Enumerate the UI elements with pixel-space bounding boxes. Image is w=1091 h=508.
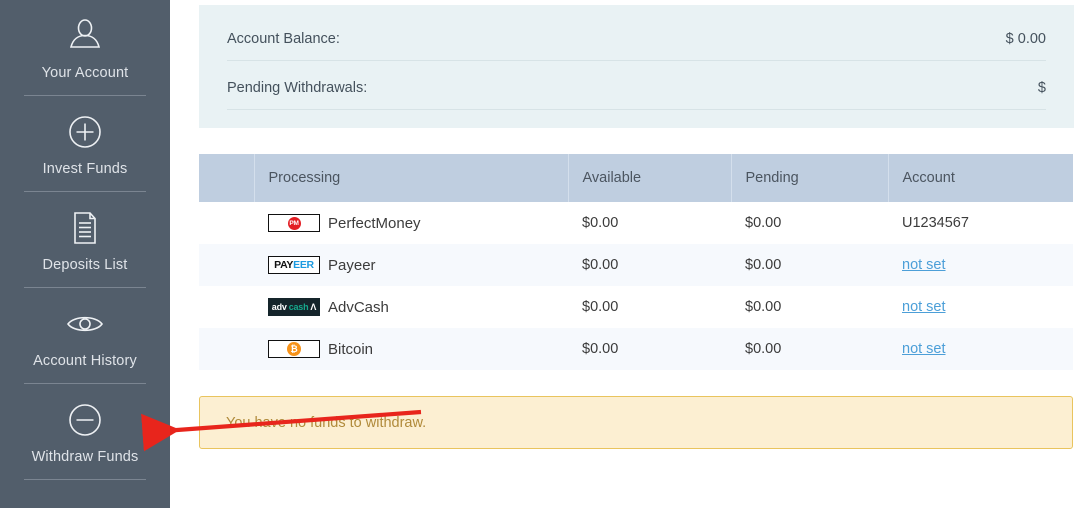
available-amount: $0.00 <box>582 341 619 357</box>
account-balance-value: $ 0.00 <box>1005 31 1046 47</box>
pending-amount: $0.00 <box>745 215 782 231</box>
available-amount: $0.00 <box>582 215 619 231</box>
user-icon <box>0 14 170 58</box>
table-header-pending[interactable]: Pending <box>731 154 889 202</box>
sidebar-item-label: Account History <box>33 353 137 369</box>
pending-withdrawals-row: Pending Withdrawals: $ <box>227 61 1046 110</box>
sidebar-item-label: Deposits List <box>42 257 128 273</box>
sidebar-item-label: Your Account <box>41 65 129 81</box>
table-row: PAY EER Payeer $0.00 $0.00 not set <box>199 244 1073 286</box>
sidebar-item-label: Withdraw Funds <box>31 449 139 465</box>
row-spacer <box>199 286 254 328</box>
account-balance-row: Account Balance: $ 0.00 <box>227 27 1046 61</box>
no-funds-alert-message: You have no funds to withdraw. <box>226 414 427 431</box>
pending-amount: $0.00 <box>745 341 782 357</box>
sidebar-item-withdraw-funds[interactable]: Withdraw Funds <box>0 384 170 465</box>
table-row: PM PerfectMoney $0.00 $0.00 U1234567 <box>199 202 1073 244</box>
account-cell: not set <box>888 244 1073 286</box>
account-not-set-link[interactable]: not set <box>902 299 946 315</box>
payeer-logo-text-1: PAY <box>274 259 294 271</box>
sidebar-item-label: Invest Funds <box>42 161 128 177</box>
account-cell: U1234567 <box>888 202 1073 244</box>
sidebar-item-account-history[interactable]: Account History <box>0 288 170 369</box>
processing-name: Payeer <box>328 256 376 274</box>
pending-amount: $0.00 <box>745 299 782 315</box>
sidebar-item-deposits-list[interactable]: Deposits List <box>0 192 170 273</box>
table-row: ₿ Bitcoin $0.00 $0.00 not set <box>199 328 1073 370</box>
account-not-set-link[interactable]: not set <box>902 341 946 357</box>
account-balance-label: Account Balance: <box>227 31 340 47</box>
bitcoin-logo-text: ₿ <box>287 342 301 356</box>
processing-name: Bitcoin <box>328 340 374 358</box>
row-spacer <box>199 202 254 244</box>
table-header-account[interactable]: Account <box>888 154 1073 202</box>
payment-methods-table: Processing Available Pending Account PM … <box>199 154 1073 370</box>
main-content: Account Balance: $ 0.00 Pending Withdraw… <box>199 0 1074 449</box>
sidebar-divider <box>24 479 146 480</box>
page-root: Your Account Invest Funds Deposits List … <box>0 0 1091 508</box>
account-value: U1234567 <box>902 215 969 231</box>
advcash-logo: adv cash Ʌ <box>268 298 320 316</box>
row-spacer <box>199 328 254 370</box>
no-funds-alert: You have no funds to withdraw. <box>199 396 1073 449</box>
processing-name: AdvCash <box>328 298 389 316</box>
processing-cell: PAY EER Payeer <box>254 244 568 286</box>
advcash-logo-text-2: cash <box>288 302 309 312</box>
perfectmoney-logo-text: PM <box>287 216 301 230</box>
processing-cell: PM PerfectMoney <box>254 202 568 244</box>
advcash-logo-mark: Ʌ <box>310 302 317 312</box>
document-icon <box>0 206 170 250</box>
account-balance-panel: Account Balance: $ 0.00 Pending Withdraw… <box>199 5 1074 128</box>
table-row: adv cash Ʌ AdvCash $0.00 $0.00 not set <box>199 286 1073 328</box>
payeer-logo-text-2: EER <box>293 259 314 271</box>
advcash-logo-text-1: adv <box>271 302 287 312</box>
sidebar-item-your-account[interactable]: Your Account <box>0 0 170 81</box>
available-amount: $0.00 <box>582 257 619 273</box>
account-cell: not set <box>888 328 1073 370</box>
table-header-processing[interactable]: Processing <box>254 154 569 202</box>
processing-cell: adv cash Ʌ AdvCash <box>254 286 568 328</box>
available-amount: $0.00 <box>582 299 619 315</box>
table-header-row: Processing Available Pending Account <box>199 154 1073 202</box>
plus-circle-icon <box>0 110 170 154</box>
minus-circle-icon <box>0 398 170 442</box>
account-cell: not set <box>888 286 1073 328</box>
sidebar-item-invest-funds[interactable]: Invest Funds <box>0 96 170 177</box>
pending-withdrawals-label: Pending Withdrawals: <box>227 80 368 96</box>
account-not-set-link[interactable]: not set <box>902 257 946 273</box>
eye-icon <box>0 302 170 346</box>
table-header-available[interactable]: Available <box>568 154 732 202</box>
table-header-blank <box>199 154 255 202</box>
pending-amount: $0.00 <box>745 257 782 273</box>
sidebar: Your Account Invest Funds Deposits List … <box>0 0 170 508</box>
bitcoin-logo: ₿ <box>268 340 320 358</box>
perfectmoney-logo: PM <box>268 214 320 232</box>
payeer-logo: PAY EER <box>268 256 320 274</box>
row-spacer <box>199 244 254 286</box>
pending-withdrawals-value: $ <box>1037 80 1046 96</box>
processing-name: PerfectMoney <box>328 214 421 232</box>
processing-cell: ₿ Bitcoin <box>254 328 568 370</box>
